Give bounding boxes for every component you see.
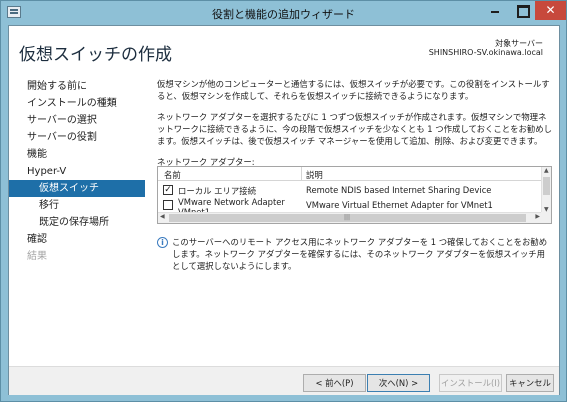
nav-item-server-roles[interactable]: サーバーの役割 [9,129,145,146]
scrollbar-corner [541,212,551,223]
window-title: 役割と機能の追加ウィザード [212,8,355,21]
button-bar: < 前へ(P) 次へ(N) > インストール(I) キャンセル [9,366,559,395]
list-header: 名前 説明 [158,167,542,181]
cancel-button[interactable]: キャンセル [506,374,554,392]
wizard-window: 役割と機能の追加ウィザード ✕ 仮想スイッチの作成 対象サーバー SHINSHI… [0,0,567,402]
minimize-button[interactable] [483,1,508,20]
network-adapter-list[interactable]: 名前 説明 ✓ ローカル エリア接続 Remote NDIS based Int… [157,166,552,224]
scroll-grip-icon: ||| [344,214,351,221]
column-divider[interactable] [301,167,302,181]
nav-item-before-you-begin[interactable]: 開始する前に [9,78,145,95]
target-server-name: SHINSHIRO-SV.okinawa.local [428,48,543,57]
column-header-name[interactable]: 名前 [164,169,181,181]
maximize-button[interactable] [509,1,534,20]
nav-item-results: 結果 [27,251,47,262]
nav-item-installation-type[interactable]: インストールの種類 [9,95,145,112]
adapter-description: Remote NDIS based Internet Sharing Devic… [306,185,492,195]
nav-item-hyper-v[interactable]: Hyper-V [9,163,145,180]
adapter-checkbox[interactable]: ✓ [163,185,173,195]
nav-item-confirmation[interactable]: 確認 [9,231,145,248]
wizard-nav: 開始する前に インストールの種類 サーバーの選択 サーバーの役割 機能 Hype… [9,78,145,265]
install-button: インストール(I) [439,374,502,392]
horizontal-scrollbar[interactable]: ◀ ||| ▶ [158,212,542,223]
info-icon: i [157,237,168,248]
nav-item-virtual-switches[interactable]: 仮想スイッチ [9,180,145,197]
content-text: 仮想マシンが他のコンピューターと通信するには、仮想スイッチが必要です。この役割を… [157,78,552,170]
column-header-description[interactable]: 説明 [306,169,323,181]
vertical-scroll-thumb[interactable] [543,177,550,195]
close-button[interactable]: ✕ [535,1,566,20]
previous-button[interactable]: < 前へ(P) [303,374,366,392]
scroll-up-icon[interactable]: ▲ [544,167,549,174]
guidance-paragraph: ネットワーク アダプターを選択するたびに 1 つずつ仮想スイッチが作成されます。… [157,112,552,146]
next-button[interactable]: 次へ(N) > [367,374,430,392]
nav-item-server-selection[interactable]: サーバーの選択 [9,112,145,129]
info-text: このサーバーへのリモート アクセス用にネットワーク アダプターを 1 つ確保して… [172,237,548,271]
scroll-left-icon[interactable]: ◀ [160,213,165,220]
page-title: 仮想スイッチの作成 [19,45,172,65]
title-bar[interactable]: 役割と機能の追加ウィザード ✕ [1,1,566,25]
nav-item-migration[interactable]: 移行 [9,197,145,214]
nav-item-default-stores[interactable]: 既定の保存場所 [9,214,145,231]
scroll-right-icon[interactable]: ▶ [535,213,540,220]
adapter-name: ローカル エリア接続 [178,186,257,196]
nav-item-features[interactable]: 機能 [9,146,145,163]
wizard-client-area: 仮想スイッチの作成 対象サーバー SHINSHIRO-SV.okinawa.lo… [8,25,560,395]
adapter-checkbox[interactable] [163,200,173,210]
adapter-description: VMware Virtual Ethernet Adapter for VMne… [306,200,493,210]
intro-paragraph: 仮想マシンが他のコンピューターと通信するには、仮想スイッチが必要です。この役割を… [157,79,550,101]
vertical-scrollbar[interactable]: ▲ ▼ [541,167,551,213]
